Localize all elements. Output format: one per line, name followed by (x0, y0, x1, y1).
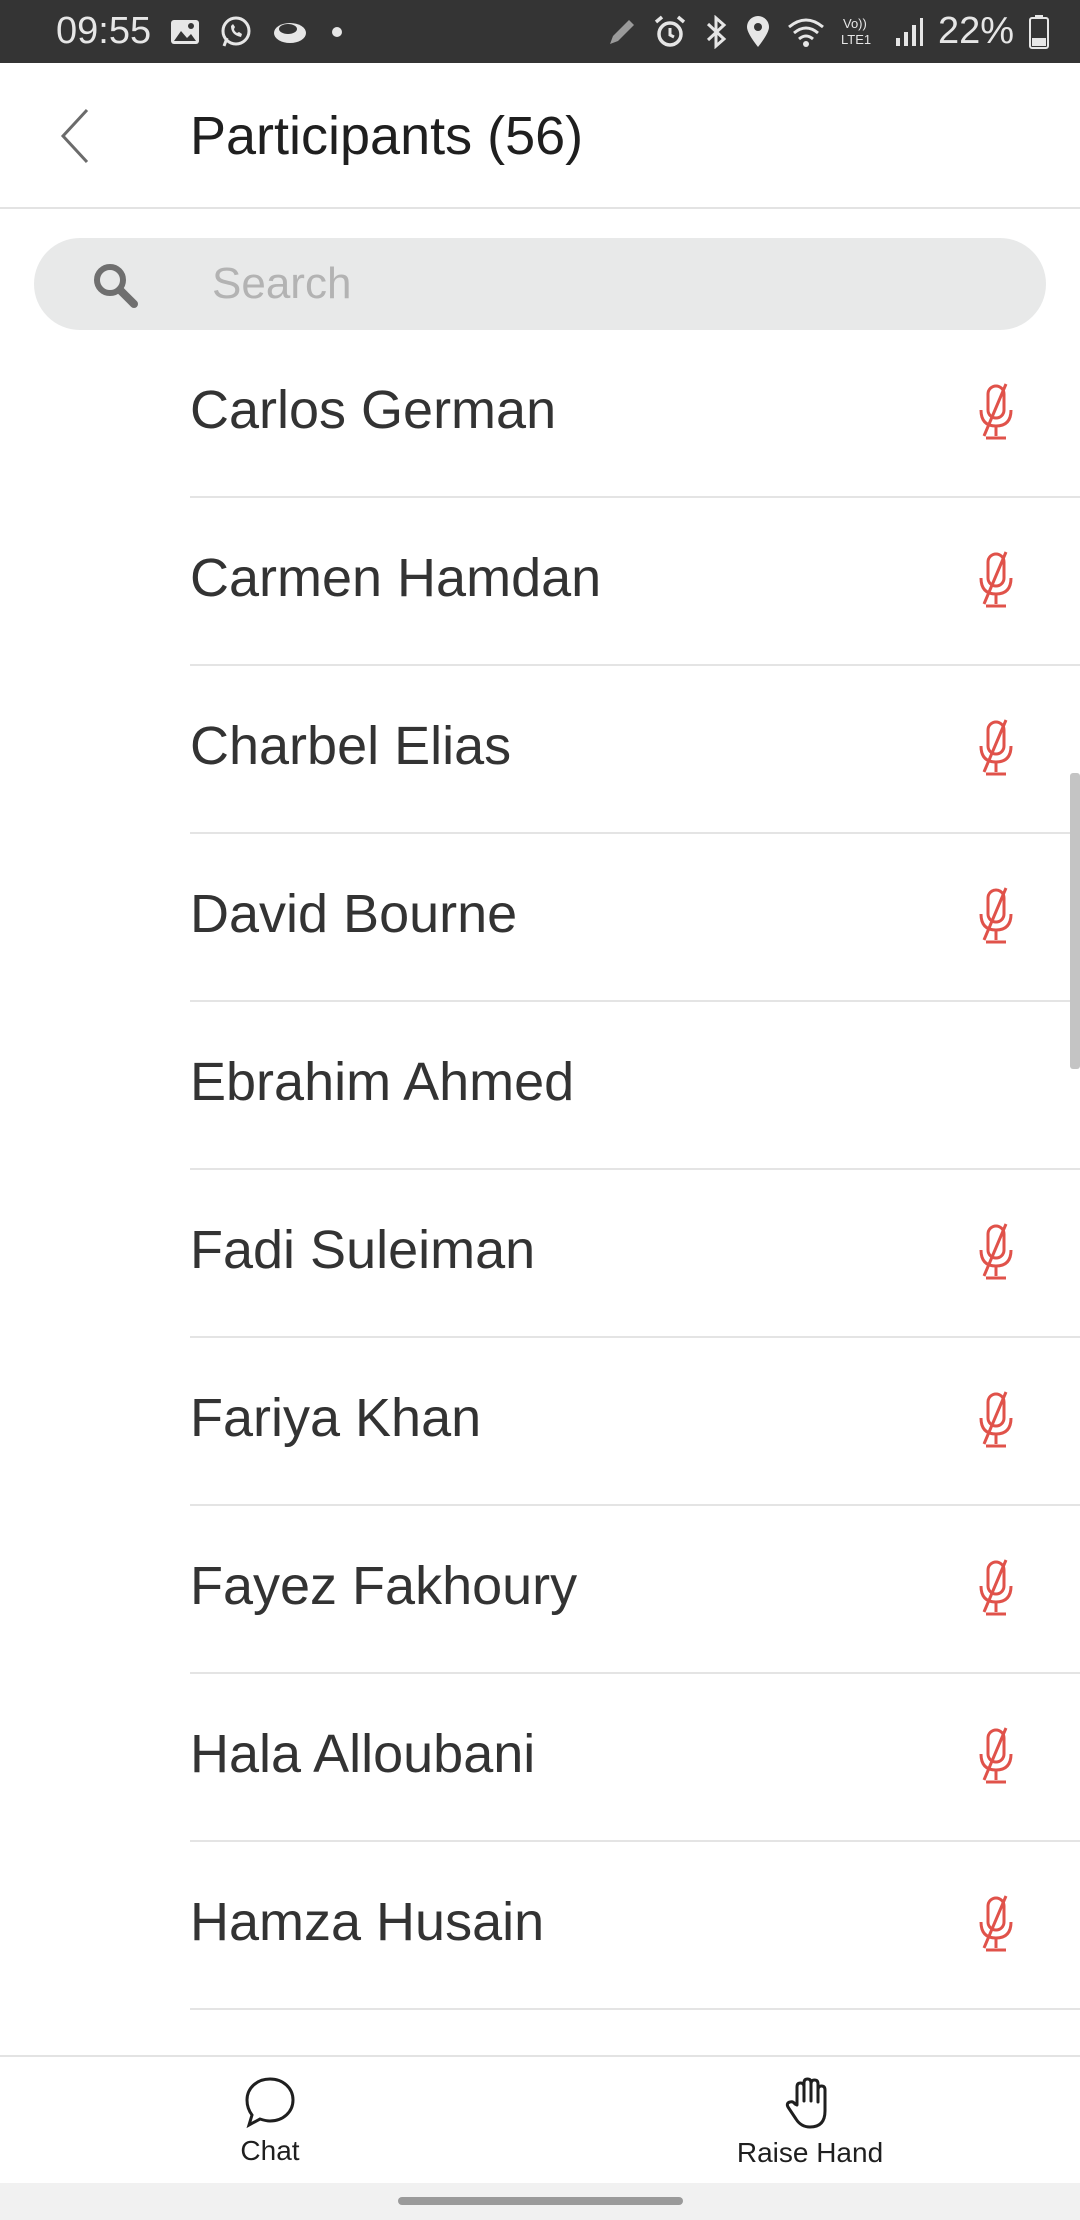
participant-name: Fayez Fakhoury (190, 1556, 578, 1616)
page-title: Participants (56) (190, 106, 584, 166)
pen-icon (606, 16, 638, 48)
participant-name: Charbel Elias (190, 716, 512, 776)
volte-icon: Vo)) LTE1 (840, 14, 880, 50)
muted-mic-icon[interactable] (970, 1556, 1022, 1620)
muted-mic-icon[interactable] (970, 380, 1022, 444)
participant-name: Fadi Suleiman (190, 1220, 536, 1280)
chat-bubble-icon (245, 2077, 295, 2129)
muted-mic-icon[interactable] (970, 1892, 1022, 1956)
participant-name: Hala Alloubani (190, 1724, 536, 1784)
whatsapp-icon (219, 15, 253, 49)
search-input[interactable] (210, 238, 1010, 330)
svg-text:LTE1: LTE1 (841, 32, 871, 47)
chat-button[interactable]: Chat (200, 2075, 340, 2167)
alarm-icon (652, 14, 688, 50)
raise-hand-label: Raise Hand (736, 2137, 884, 2168)
participant-list[interactable]: Carlos German Carmen Hamdan Charbel Elias D… (0, 330, 1080, 2055)
list-item[interactable]: Carmen Hamdan (0, 498, 1080, 666)
header: Participants (56) (0, 63, 1080, 209)
dot-icon (327, 22, 347, 42)
list-item[interactable]: Carlos German (0, 330, 1080, 498)
list-item[interactable]: Charbel Elias (0, 666, 1080, 834)
status-bar: 09:55 Vo)) LTE1 22% (0, 0, 1080, 63)
list-item[interactable]: Fayez Fakhoury (0, 1506, 1080, 1674)
search-box[interactable] (34, 238, 1046, 330)
wifi-icon (786, 15, 826, 49)
list-item[interactable]: Fariya Khan (0, 1338, 1080, 1506)
status-left: 09:55 (56, 0, 347, 63)
home-indicator[interactable] (398, 2197, 683, 2205)
participant-name: Fariya Khan (190, 1388, 482, 1448)
list-item[interactable]: David Bourne (0, 834, 1080, 1002)
muted-mic-icon[interactable] (970, 884, 1022, 948)
list-item[interactable]: Hamza Husain (0, 1842, 1080, 2010)
muted-mic-icon[interactable] (970, 1388, 1022, 1452)
participant-name: David Bourne (190, 884, 518, 944)
cloud-icon (271, 17, 309, 47)
muted-mic-icon[interactable] (970, 1724, 1022, 1788)
search-icon (94, 264, 138, 308)
signal-icon (894, 16, 924, 48)
raise-hand-icon (785, 2077, 827, 2129)
list-item[interactable]: Hala Alloubani (0, 1674, 1080, 1842)
battery-icon (1028, 14, 1050, 50)
muted-mic-icon[interactable] (970, 716, 1022, 780)
list-item[interactable]: Ebrahim Ahmed (0, 1002, 1080, 1170)
participant-name: Ebrahim Ahmed (190, 1052, 575, 1112)
gesture-nav-area (0, 2183, 1080, 2220)
svg-text:Vo)): Vo)) (843, 16, 867, 31)
scrollbar[interactable] (1070, 773, 1080, 1069)
list-divider (190, 2008, 1080, 2010)
chat-label: Chat (240, 2135, 300, 2166)
participant-name: Hamza Husain (190, 1892, 545, 1952)
bottom-bar: Chat Raise Hand (0, 2055, 1080, 2183)
raise-hand-button[interactable]: Raise Hand (720, 2075, 900, 2169)
status-time: 09:55 (56, 10, 152, 52)
location-icon (744, 15, 772, 49)
participant-name: Carlos German (190, 380, 557, 440)
chevron-left-icon (60, 108, 89, 164)
participant-name: Carmen Hamdan (190, 548, 602, 608)
battery-percent: 22% (937, 10, 1014, 52)
status-right: Vo)) LTE1 22% (606, 0, 1050, 63)
muted-mic-icon[interactable] (970, 548, 1022, 612)
gallery-icon (169, 17, 201, 47)
back-button[interactable] (40, 101, 110, 171)
list-item[interactable]: Fadi Suleiman (0, 1170, 1080, 1338)
muted-mic-icon[interactable] (970, 1220, 1022, 1284)
bluetooth-icon (702, 14, 730, 49)
